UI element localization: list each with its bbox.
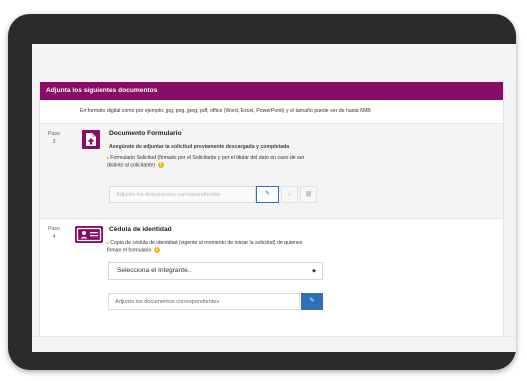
info-icon[interactable]: !	[153, 247, 160, 253]
bottom-bar	[32, 336, 516, 352]
download-icon: ⤓	[288, 191, 291, 197]
delete-button[interactable]: ▆	[300, 186, 317, 203]
bullet-icon: ▸	[107, 240, 110, 245]
step-subtitle: Asegúrate de adjuntar la solicitud previ…	[109, 144, 290, 150]
upload-placeholder: Adjunta los documentos correspondientes	[115, 299, 220, 305]
step-4-section: Paso 4 Cédula de identidad ▸Copia de céd…	[40, 219, 503, 331]
requirement-text: ▸Formulario Solicitud (firmado por el So…	[107, 154, 304, 169]
trash-icon: ▆	[306, 191, 311, 197]
id-card-icon	[75, 226, 103, 243]
paperclip-icon: ✎	[309, 298, 315, 304]
integrante-select[interactable]: Selecciona el Integrante.. ◆	[108, 262, 323, 280]
intro-text: En formato digital como por ejemplo: jpg…	[40, 100, 503, 124]
requirement-line-2: firman el formulario	[107, 247, 152, 254]
step-label: Paso	[47, 226, 61, 232]
upload-field[interactable]: Adjunta los documentos correspondientes	[108, 293, 300, 310]
attach-button[interactable]: ✎	[256, 186, 279, 203]
panel-header: Adjunta los siguientes documentos	[40, 82, 503, 100]
paperclip-icon: ✎	[264, 191, 271, 197]
select-arrows-icon: ◆	[312, 268, 316, 274]
requirement-text: ▸Copia de cédula de identidad (vigente a…	[107, 239, 302, 254]
download-button[interactable]: ⤓	[281, 186, 298, 203]
step-title: Cédula de identidad	[109, 226, 172, 233]
requirement-line-2: distinto al solicitante)	[107, 162, 156, 169]
step-number: 4	[52, 234, 56, 240]
requirement-line-1: Formulario Solicitud (firmado por el Sol…	[110, 155, 305, 161]
top-bar	[32, 44, 516, 82]
step-title: Documento Formulario	[109, 130, 182, 137]
step-label: Paso	[47, 131, 61, 137]
step-number: 3	[52, 139, 56, 145]
upload-placeholder: Adjunta los documentos correspondientes	[116, 192, 221, 198]
step-3-section: Paso 3 Documento Formulario Asegúrate de…	[40, 124, 503, 219]
documents-panel: Adjunta los siguientes documentos En for…	[39, 82, 504, 352]
upload-field[interactable]: Adjunta los documentos correspondientes	[109, 186, 256, 203]
select-value: Selecciona el Integrante..	[117, 267, 192, 274]
info-icon[interactable]: !	[157, 162, 164, 168]
tablet-frame: Adjunta los siguientes documentos En for…	[8, 14, 516, 370]
file-upload-icon	[82, 130, 100, 149]
screen: Adjunta los siguientes documentos En for…	[32, 44, 516, 352]
attach-button[interactable]: ✎	[301, 293, 323, 310]
requirement-line-1: Copia de cédula de identidad (vigente al…	[110, 240, 303, 246]
bullet-icon: ▸	[107, 155, 110, 160]
